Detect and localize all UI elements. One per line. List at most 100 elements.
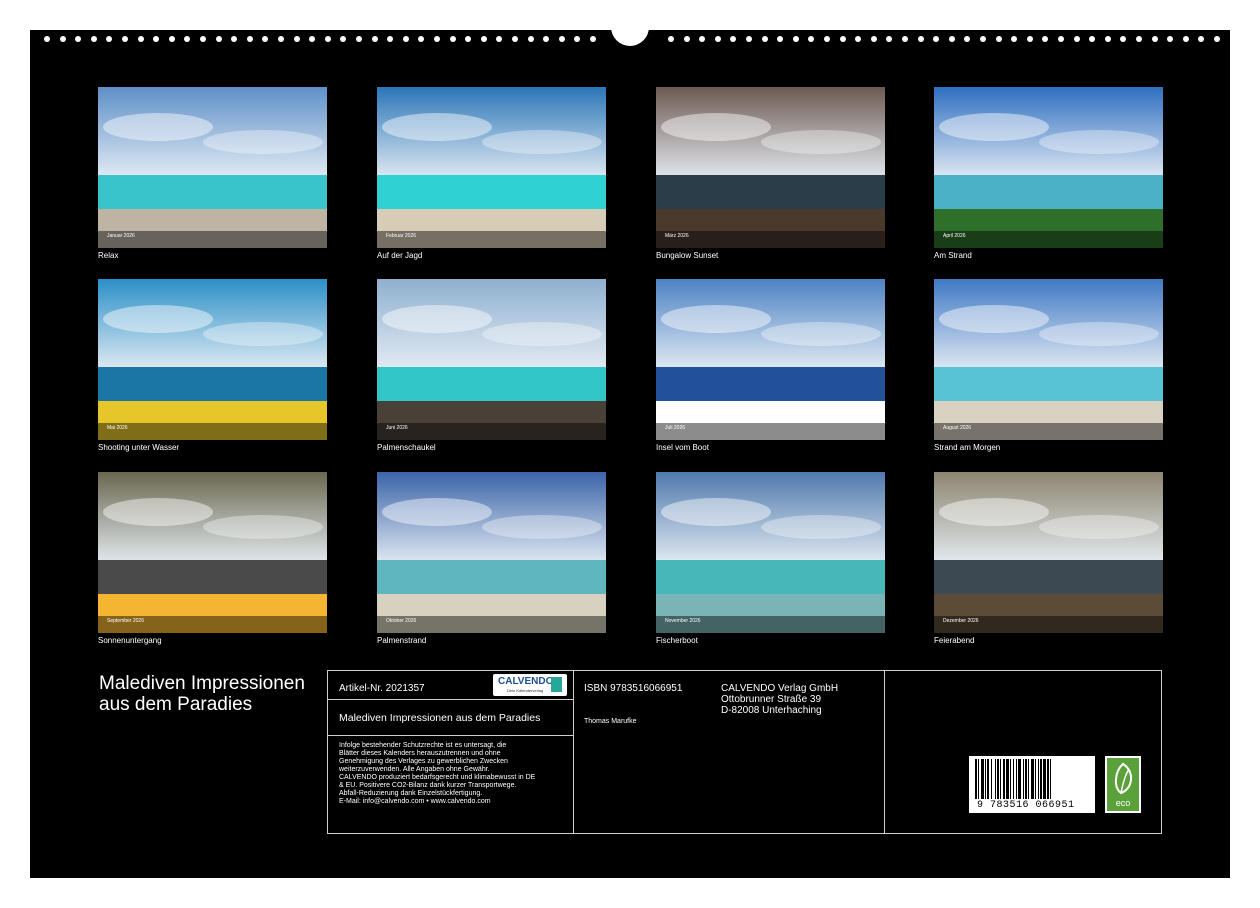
imprint-box: Artikel-Nr. 2021357 CALVENDO Dein Kalend… [327,670,1162,834]
photo-caption: Palmenstrand [377,636,427,645]
binding-hole [917,36,924,42]
binding-hole [1182,36,1189,42]
article-number: Artikel-Nr. 2021357 [339,683,425,694]
calendar-strip: Mai 2026 [98,423,327,440]
binding-hole [402,36,409,42]
logo-mark-icon [551,677,562,692]
binding-hole [137,36,144,42]
binding-hole [543,36,550,42]
logo-text: CALVENDO [498,676,554,687]
binding-hole [1120,36,1127,42]
photo-image [98,472,327,633]
binding-hole [761,36,768,42]
binding-hole [75,36,82,42]
calendar-title: Malediven Impressionen aus dem Paradies [99,673,305,715]
publisher-line: CALVENDO Verlag GmbH [721,683,839,694]
author: Thomas Marufke [584,718,637,725]
binding-hole [668,36,674,42]
binding-hole [122,36,128,42]
calendar-strip: Juni 2026 [377,423,606,440]
disclaimer-text: Infolge bestehender Schutzrechte ist es … [339,742,535,806]
calendar-strip: Oktober 2026 [377,616,606,633]
binding-hole [590,36,596,42]
photo-image [656,87,885,248]
photo-caption: Am Strand [934,251,972,260]
month-tile: Dezember 2026 Feierabend [934,472,1164,645]
photo-image [377,87,606,248]
binding-hole [574,36,581,42]
binding-hole [200,36,206,42]
binding-hole [746,36,752,42]
binding-hole [449,36,456,42]
month-tile: Juni 2026 Palmenschaukel [377,279,607,452]
binding-hole [309,36,316,42]
binding-hole [964,36,971,42]
month-tile: Februar 2026 Auf der Jagd [377,87,607,260]
photo-image [98,279,327,440]
month-photo: Mai 2026 [98,279,327,440]
binding-hole [480,36,487,42]
binding-hole [714,36,721,42]
binding-hole [324,36,331,42]
month-tile: Oktober 2026 Palmenstrand [377,472,607,645]
binding-hole [59,36,66,42]
binding-hole [777,36,784,42]
calendar-strip: Januar 2026 [98,231,327,248]
binding-hole [512,36,518,42]
isbn: ISBN 9783516066951 [584,683,683,694]
barcode-bars [975,759,1051,799]
month-photo: Juli 2026 [656,279,885,440]
binding-hole [980,36,986,42]
binding-hole [278,36,284,42]
calendar-strip: September 2026 [98,616,327,633]
binding-hole [808,36,815,42]
binding-hole [231,36,238,42]
photo-image [656,472,885,633]
photo-image [98,87,327,248]
binding-hole [434,36,440,42]
month-tile: März 2026 Bungalow Sunset [656,87,886,260]
calvendo-logo: CALVENDO Dein Kalenderverlag [493,674,567,696]
binding-hole [340,36,347,42]
month-photo: November 2026 [656,472,885,633]
month-label: November 2026 [665,618,701,624]
month-label: Oktober 2026 [386,618,417,624]
disclaimer-line: Blätter dieses Kalenders herauszutrennen… [339,750,501,757]
publisher-line: D-82008 Unterhaching [721,705,822,716]
binding-hole [106,36,113,42]
binding-hole [90,36,97,42]
photo-caption: Shooting unter Wasser [98,443,180,452]
calendar-strip: Februar 2026 [377,231,606,248]
binding-hole [558,36,565,42]
binding-hole [1198,36,1205,42]
month-photo: April 2026 [934,87,1163,248]
photo-caption: Sonnenuntergang [98,636,162,645]
binding-hole [1167,36,1174,42]
month-tile: April 2026 Am Strand [934,87,1164,260]
month-photo: Januar 2026 [98,87,327,248]
month-photo: März 2026 [656,87,885,248]
month-photo: Februar 2026 [377,87,606,248]
month-label: Februar 2026 [386,233,417,239]
binding-hole [168,36,175,42]
month-tile: August 2026 Strand am Morgen [934,279,1164,452]
photo-image [934,279,1163,440]
binding-hole [465,36,472,42]
month-tile: Juli 2026 Insel vom Boot [656,279,886,452]
publisher-line: Ottobrunner Straße 39 [721,694,822,705]
calendar-strip: Dezember 2026 [934,616,1163,633]
calendar-strip: August 2026 [934,423,1163,440]
leaf-icon [1115,762,1132,795]
binding-hole [683,36,690,42]
binding-hole [1151,36,1158,42]
month-photo: Oktober 2026 [377,472,606,633]
binding-hole [418,36,425,42]
photo-caption: Relax [98,251,119,260]
disclaimer-line: & EU. Positivere CO2-Bilanz dank kurzer … [339,782,517,789]
binding-hole [948,36,955,42]
logo-subtext: Dein Kalenderverlag [507,688,544,693]
month-label: September 2026 [107,618,144,624]
binding-hole [184,36,191,42]
binding-hole [246,36,253,42]
binding-hole [387,36,394,42]
